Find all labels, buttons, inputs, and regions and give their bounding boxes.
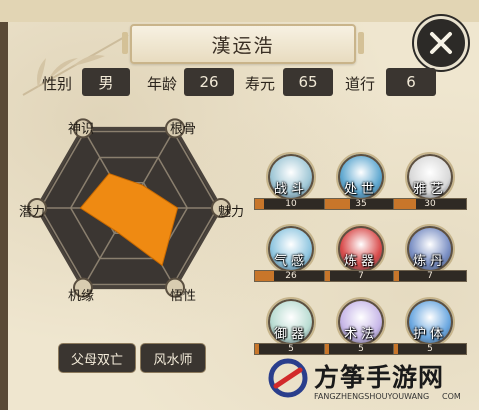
gender-value: 男 <box>98 73 114 92</box>
skill-slot[interactable]: 战斗 10 <box>254 152 328 216</box>
radar-chart <box>27 118 231 298</box>
skill-value: 10 <box>285 199 297 209</box>
daoxing-value-box: 6 <box>386 68 436 96</box>
skill-progress-bar: 30 <box>393 198 467 210</box>
skill-progress-bar: 7 <box>393 270 467 282</box>
axis-label-wuxing: 悟性 <box>170 289 197 304</box>
skill-name: 炼丹 <box>412 254 447 269</box>
axis-label-jiyuan: 机缘 <box>68 289 95 304</box>
skill-value: 7 <box>427 271 433 281</box>
character-name: 漢运浩 <box>211 34 275 57</box>
daoxing-value: 6 <box>406 73 416 91</box>
skill-progress-bar: 10 <box>254 198 328 210</box>
skill-name: 护体 <box>412 327 447 342</box>
age-value-box: 26 <box>184 68 234 96</box>
axis-label-gengu: 根骨 <box>170 122 197 137</box>
watermark-suffix: COM <box>442 392 461 401</box>
skill-progress-bar: 7 <box>324 270 398 282</box>
skill-progress-bar: 35 <box>324 198 398 210</box>
skill-slot[interactable]: 雅艺 30 <box>393 152 467 216</box>
trait-label: 风水师 <box>153 352 193 368</box>
gender-label: 性别 <box>42 75 73 93</box>
axis-label-qianli: 潜力 <box>19 205 46 220</box>
skill-progress-bar: 26 <box>254 270 328 282</box>
skill-name: 战斗 <box>273 182 308 197</box>
lifespan-label: 寿元 <box>245 75 276 93</box>
character-name-plate: 漢运浩 <box>122 24 364 64</box>
watermark-title: 方筝手游网 <box>314 363 445 392</box>
skill-name: 炼器 <box>343 254 378 269</box>
axis-label-shenshi: 神识 <box>68 122 95 137</box>
skill-value: 26 <box>285 271 297 281</box>
skill-value: 7 <box>358 271 364 281</box>
age-label: 年龄 <box>147 75 178 93</box>
watermark-url: FANGZHENGSHOUYOUWANG <box>314 392 430 401</box>
lifespan-value: 65 <box>298 73 318 91</box>
age-value: 26 <box>199 73 219 91</box>
skill-name: 气感 <box>273 254 308 269</box>
close-button[interactable] <box>414 16 468 70</box>
skill-slot[interactable]: 炼器 7 <box>324 224 398 288</box>
skill-name: 御器 <box>273 327 308 342</box>
skill-name: 术法 <box>343 327 378 342</box>
skill-value: 30 <box>424 199 436 209</box>
gender-value-box: 男 <box>82 68 130 96</box>
close-icon <box>430 32 452 54</box>
attribute-radar <box>14 110 244 305</box>
skill-slot[interactable]: 处世 35 <box>324 152 398 216</box>
daoxing-label: 道行 <box>345 75 376 93</box>
watermark-logo-icon <box>268 358 308 398</box>
skill-name: 处世 <box>343 182 378 197</box>
window-left-frame <box>0 22 8 410</box>
trait-label: 父母双亡 <box>70 352 123 368</box>
lifespan-value-box: 65 <box>283 68 333 96</box>
skill-name: 雅艺 <box>412 182 447 197</box>
trait-orphan-button[interactable]: 父母双亡 <box>58 343 136 373</box>
skill-slot[interactable]: 气感 26 <box>254 224 328 288</box>
skill-slot[interactable]: 炼丹 7 <box>393 224 467 288</box>
window-top-frame <box>0 0 479 24</box>
trait-fengshui-button[interactable]: 风水师 <box>140 343 206 373</box>
skill-value: 35 <box>355 199 367 209</box>
axis-label-meili: 魅力 <box>218 205 245 220</box>
site-watermark: 方筝手游网 FANGZHENGSHOUYOUWANG COM <box>262 352 479 410</box>
